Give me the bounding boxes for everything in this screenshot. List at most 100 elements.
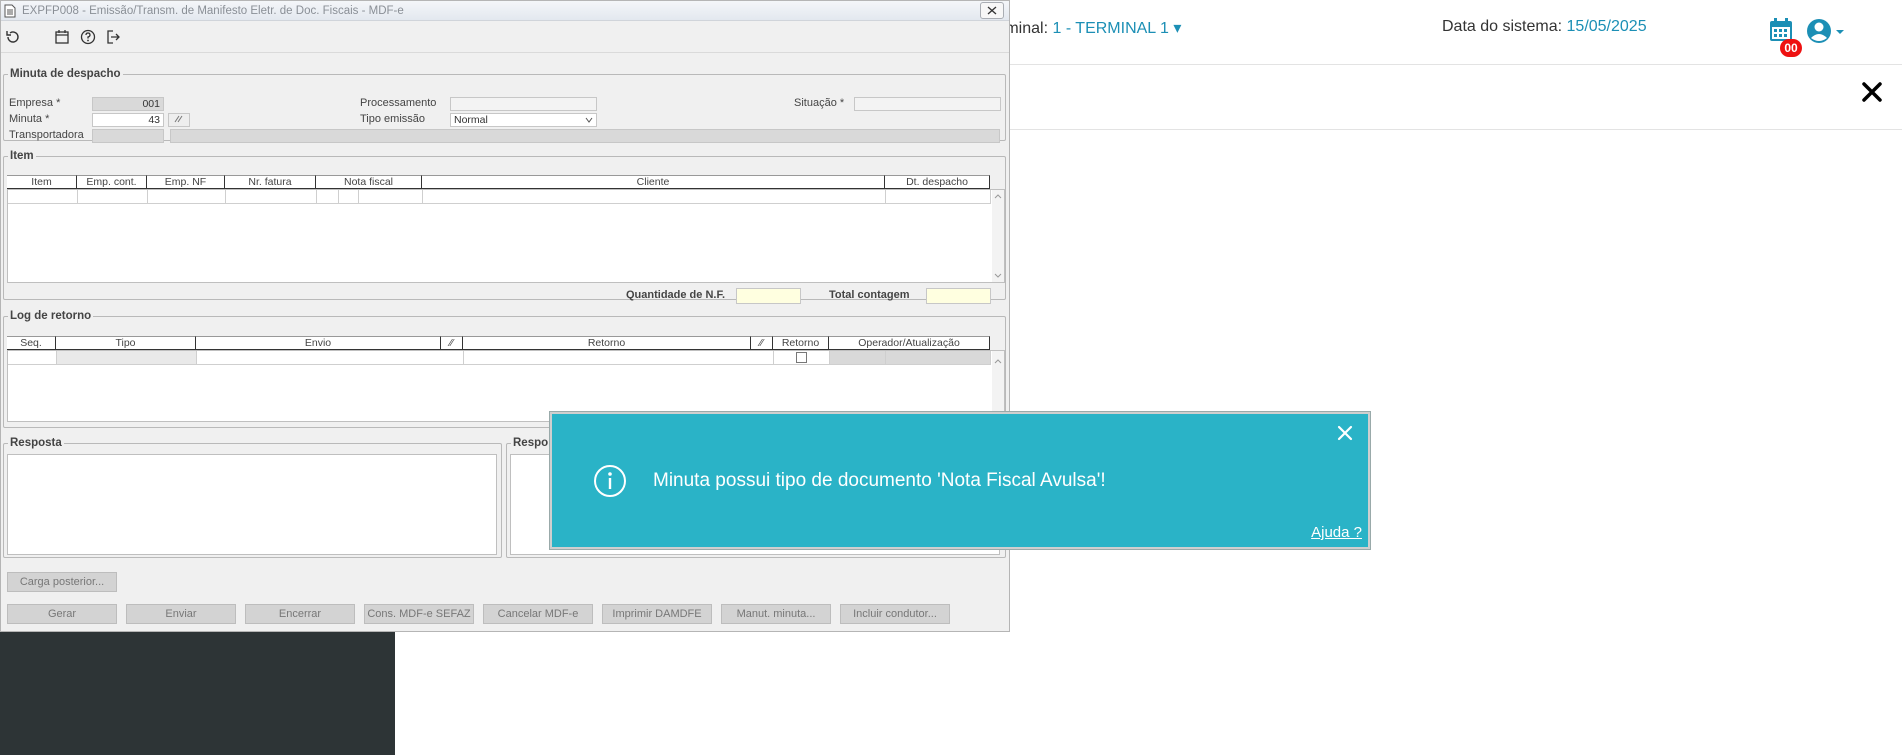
item-grid-body[interactable] (7, 189, 1005, 283)
col-cliente[interactable]: Cliente (422, 175, 885, 189)
empresa-label: Empresa * (9, 97, 61, 109)
table-cell[interactable] (226, 190, 317, 204)
toast-message: Minuta possui tipo de documento 'Nota Fi… (653, 470, 1106, 491)
lookup-icon (174, 115, 183, 123)
minuta-legend: Minuta de despacho (10, 68, 121, 80)
carga-posterior-button[interactable]: Carga posterior... (7, 572, 117, 592)
col-tipo[interactable]: Tipo (56, 336, 196, 350)
minuta-lookup-button[interactable] (168, 113, 190, 127)
col-seq[interactable]: Seq. (7, 336, 56, 350)
total-contagem-field[interactable] (926, 288, 991, 304)
manut-minuta-button[interactable]: Manut. minuta... (721, 604, 831, 624)
info-toast: Minuta possui tipo de documento 'Nota Fi… (550, 412, 1370, 549)
tipo-emissao-value: Normal (454, 114, 488, 126)
table-cell[interactable] (359, 190, 423, 204)
item-scrollbar[interactable] (992, 190, 1004, 282)
system-date: Data do sistema: 15/05/2025 (1442, 18, 1647, 36)
empresa-field[interactable]: 001 (92, 97, 164, 111)
refresh-icon[interactable] (4, 28, 22, 46)
divider (1000, 129, 1902, 130)
close-icon (987, 6, 997, 15)
terminal-selector[interactable]: rminal: 1 - TERMINAL 1 ▾ (1000, 18, 1181, 38)
minuta-label: Minuta * (9, 113, 50, 125)
item-grid-header: Item Emp. cont. Emp. NF Nr. fatura Nota … (7, 175, 990, 189)
situacao-label: Situação * (794, 97, 845, 109)
window-titlebar[interactable]: EXPFP008 - Emissão/Transm. de Manifesto … (1, 1, 1009, 21)
col-nota-fiscal[interactable]: Nota fiscal (316, 175, 422, 189)
cons-mdfe-button[interactable]: Cons. MDF-e SEFAZ (364, 604, 474, 624)
processamento-label: Processamento (360, 97, 437, 109)
tipo-emissao-select[interactable]: Normal (450, 113, 597, 127)
situacao-field[interactable] (854, 97, 1001, 111)
envio-lookup-icon[interactable]: ⁄⁄ (441, 336, 463, 350)
calendar-icon[interactable] (53, 28, 71, 46)
imprimir-damdfe-button[interactable]: Imprimir DAMDFE (602, 604, 712, 624)
table-cell[interactable] (886, 190, 991, 204)
col-item[interactable]: Item (7, 175, 77, 189)
col-emp-nf[interactable]: Emp. NF (147, 175, 225, 189)
qtd-nf-label: Quantidade de N.F. (626, 289, 726, 301)
table-cell[interactable] (8, 190, 78, 204)
table-cell[interactable] (830, 351, 886, 365)
col-retorno-flag[interactable]: Retorno (773, 336, 829, 350)
date-value: 15/05/2025 (1566, 18, 1647, 35)
window-toolbar (1, 21, 1009, 53)
processamento-field[interactable] (450, 97, 597, 111)
table-cell[interactable] (464, 351, 774, 365)
window-close-button[interactable] (980, 2, 1004, 19)
transportadora-name-field[interactable] (170, 129, 1000, 143)
table-cell[interactable] (317, 190, 339, 204)
table-cell[interactable] (78, 190, 148, 204)
user-menu-icon[interactable] (1805, 17, 1849, 45)
transportadora-code-field[interactable] (92, 129, 164, 143)
chevron-down-icon[interactable]: ▾ (1173, 20, 1181, 37)
help-link[interactable]: Ajuda ? (1311, 524, 1362, 541)
cancelar-mdfe-button[interactable]: Cancelar MDF-e (483, 604, 593, 624)
incluir-condutor-button[interactable]: Incluir condutor... (840, 604, 950, 624)
col-dt-despacho[interactable]: Dt. despacho (885, 175, 990, 189)
encerrar-button[interactable]: Encerrar (245, 604, 355, 624)
sidebar-background (0, 630, 395, 755)
resposta-group: Resposta (3, 437, 502, 558)
retorno-checkbox[interactable] (796, 352, 807, 363)
scroll-arrows-icon (994, 194, 1002, 278)
close-icon[interactable] (1336, 424, 1354, 442)
log-grid-header: Seq. Tipo Envio ⁄⁄ Retorno ⁄⁄ Retorno Op… (7, 336, 990, 350)
exit-icon[interactable] (104, 28, 122, 46)
chevron-down-icon (585, 117, 593, 123)
table-cell[interactable] (8, 351, 57, 365)
window-title: EXPFP008 - Emissão/Transm. de Manifesto … (22, 5, 404, 17)
log-scrollbar[interactable] (992, 351, 1004, 421)
table-cell[interactable] (148, 190, 226, 204)
qtd-nf-field[interactable] (736, 288, 801, 304)
item-legend: Item (10, 150, 34, 162)
notification-badge[interactable]: 00 (1780, 39, 1802, 57)
col-emp-cont[interactable]: Emp. cont. (77, 175, 147, 189)
terminal-value[interactable]: 1 - TERMINAL 1 (1052, 20, 1168, 37)
table-cell[interactable] (774, 351, 830, 365)
minuta-group: Minuta de despacho Empresa * 001 Minuta … (3, 68, 1006, 143)
table-cell[interactable] (886, 351, 991, 365)
log-legend: Log de retorno (10, 310, 92, 322)
col-nr-fatura[interactable]: Nr. fatura (225, 175, 316, 189)
table-cell[interactable] (197, 351, 464, 365)
total-contagem-label: Total contagem (829, 289, 910, 301)
info-icon (594, 465, 626, 497)
col-retorno[interactable]: Retorno (463, 336, 751, 350)
scroll-up-icon (994, 359, 1002, 364)
table-cell[interactable] (339, 190, 359, 204)
table-cell[interactable] (57, 351, 197, 365)
help-icon[interactable] (79, 28, 97, 46)
table-cell[interactable] (423, 190, 886, 204)
gerar-button[interactable]: Gerar (7, 604, 117, 624)
resposta-legend: Resposta (10, 437, 62, 449)
close-icon[interactable] (1860, 80, 1884, 104)
log-group: Log de retorno Seq. Tipo Envio ⁄⁄ Retorn… (3, 310, 1006, 428)
col-envio[interactable]: Envio (196, 336, 441, 350)
col-operador[interactable]: Operador/Atualização (829, 336, 990, 350)
date-label: Data do sistema: (1442, 18, 1563, 35)
minuta-field[interactable]: 43 (92, 113, 164, 127)
resposta-textarea[interactable] (7, 454, 497, 555)
retorno-lookup-icon[interactable]: ⁄⁄ (751, 336, 773, 350)
enviar-button[interactable]: Enviar (126, 604, 236, 624)
